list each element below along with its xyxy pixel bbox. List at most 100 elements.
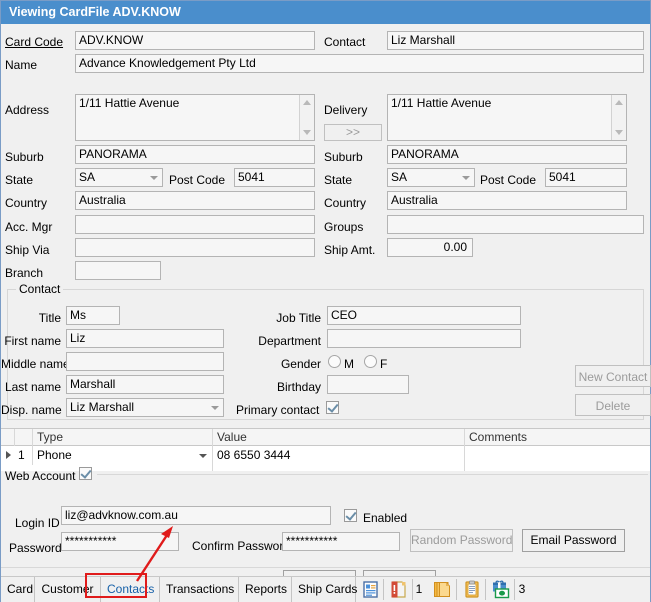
ship-via-input[interactable] — [75, 238, 315, 257]
delivery-country-label: Country — [324, 196, 366, 210]
delivery-state-label: State — [324, 173, 352, 187]
gift-money-icon-svg — [487, 579, 515, 600]
groups-label: Groups — [324, 220, 363, 234]
chevron-down-icon[interactable] — [150, 176, 158, 180]
grid-header-row: Type Value Comments — [1, 429, 650, 446]
scroll-up-icon[interactable] — [615, 100, 623, 105]
cardfile-window: Viewing CardFile ADV.KNOW Card Code ADV.… — [0, 0, 651, 602]
branch-input[interactable] — [75, 261, 161, 280]
groups-input[interactable] — [387, 215, 644, 234]
scroll-down-icon[interactable] — [615, 130, 623, 135]
tab-contacts[interactable]: Contacts — [101, 577, 160, 602]
tab-ship-cards[interactable]: Ship Cards — [292, 577, 356, 602]
grid-cell-value[interactable]: 08 6550 3444 — [213, 446, 465, 465]
tab-transactions[interactable]: Transactions — [160, 577, 239, 602]
grid-col-value[interactable]: Value — [213, 429, 465, 446]
delivery-postcode-input[interactable]: 5041 — [545, 168, 627, 187]
alert-document-icon[interactable] — [385, 579, 413, 600]
copy-address-button[interactable]: >> — [324, 124, 382, 141]
primary-contact-label: Primary contact — [236, 403, 319, 417]
job-title-input[interactable]: CEO — [327, 306, 521, 325]
grid-empty-cell-value — [213, 465, 465, 471]
address-postcode-input[interactable]: 5041 — [234, 168, 315, 187]
scroll-down-icon[interactable] — [303, 130, 311, 135]
delivery-suburb-input[interactable]: PANORAMA — [387, 145, 627, 164]
address-postcode-label: Post Code — [169, 173, 225, 187]
window-title: Viewing CardFile ADV.KNOW — [9, 5, 181, 19]
disp-name-select[interactable]: Liz Marshall — [66, 398, 224, 417]
address-country-input[interactable]: Australia — [75, 191, 315, 210]
grid-cell-rownum: 1 — [15, 446, 33, 465]
department-label: Department — [211, 334, 321, 348]
gender-female-radio[interactable] — [364, 355, 377, 368]
table-row[interactable]: 1 Phone 08 6550 3444 — [1, 446, 650, 465]
title-input[interactable]: Ms — [66, 306, 120, 325]
address-label: Address — [5, 103, 49, 117]
gift-money-icon[interactable] — [487, 579, 515, 600]
window-title-bar: Viewing CardFile ADV.KNOW — [1, 1, 650, 24]
address-state-label: State — [5, 173, 33, 187]
grid-col-type[interactable]: Type — [33, 429, 213, 446]
middle-name-input[interactable] — [66, 352, 224, 371]
address-state-select[interactable]: SA — [75, 168, 163, 187]
acc-mgr-label: Acc. Mgr — [5, 220, 52, 234]
delivery-country-input[interactable]: Australia — [387, 191, 627, 210]
tab-reports[interactable]: Reports — [239, 577, 292, 602]
department-input[interactable] — [327, 329, 521, 348]
gender-male-radio[interactable] — [328, 355, 341, 368]
web-account-checkbox[interactable] — [79, 467, 92, 480]
acc-mgr-input[interactable] — [75, 215, 315, 234]
name-input[interactable]: Advance Knowledgement Pty Ltd — [75, 54, 644, 73]
gift-money-count: 3 — [516, 577, 528, 602]
delivery-textarea[interactable]: 1/11 Hattie Avenue — [387, 94, 627, 141]
disp-name-value: Liz Marshall — [70, 400, 134, 414]
scroll-up-icon[interactable] — [303, 100, 311, 105]
primary-contact-checkbox[interactable] — [326, 401, 339, 414]
address-suburb-input[interactable]: PANORAMA — [75, 145, 315, 164]
delivery-scrollbar[interactable] — [611, 95, 626, 140]
grid-empty-cell-comments — [465, 465, 650, 471]
contact-details-grid[interactable]: Type Value Comments 1 Phone 08 6550 3444 — [1, 428, 650, 470]
first-name-input[interactable]: Liz — [66, 329, 224, 348]
grid-cell-comments[interactable] — [465, 446, 650, 465]
card-code-input[interactable]: ADV.KNOW — [75, 31, 315, 50]
ship-amt-input[interactable]: 0.00 — [387, 238, 473, 257]
contact-input[interactable]: Liz Marshall — [387, 31, 644, 50]
address-scrollbar[interactable] — [299, 95, 314, 140]
random-password-button[interactable]: Random Password — [410, 529, 513, 552]
form-pane: Card Code ADV.KNOW Contact Liz Marshall … — [1, 24, 650, 602]
delete-contact-button[interactable]: Delete — [575, 394, 651, 416]
job-title-label: Job Title — [211, 311, 321, 325]
last-name-input[interactable]: Marshall — [66, 375, 224, 394]
row-selector-icon — [6, 451, 11, 459]
notes-icon[interactable] — [356, 579, 384, 600]
chevron-down-icon[interactable] — [211, 406, 219, 410]
address-textarea[interactable]: 1/11 Hattie Avenue — [75, 94, 315, 141]
tab-customer[interactable]: Customer — [35, 577, 101, 602]
delivery-state-select[interactable]: SA — [387, 168, 475, 187]
copy-documents-icon[interactable] — [429, 579, 457, 600]
chevron-down-icon[interactable] — [199, 454, 207, 458]
email-password-button[interactable]: Email Password — [522, 529, 625, 552]
new-contact-button[interactable]: New Contact — [575, 365, 651, 387]
card-code-label[interactable]: Card Code — [5, 35, 63, 49]
grid-col-marker — [1, 429, 15, 446]
chevron-down-icon[interactable] — [462, 176, 470, 180]
login-id-input[interactable]: liz@advknow.com.au — [61, 506, 331, 525]
birthday-input[interactable] — [327, 375, 409, 394]
grid-cell-type-text: Phone — [37, 448, 72, 462]
clipboard-icon[interactable] — [458, 579, 486, 600]
confirm-password-input[interactable]: *********** — [282, 532, 400, 551]
web-account-label: Web Account — [5, 469, 76, 483]
web-account-enabled-checkbox[interactable] — [344, 509, 357, 522]
password-input[interactable]: *********** — [61, 532, 179, 551]
birthday-label: Birthday — [211, 380, 321, 394]
copy-documents-icon-svg — [429, 579, 457, 600]
tab-card[interactable]: Card — [1, 577, 35, 602]
grid-col-comments[interactable]: Comments — [465, 429, 650, 446]
grid-cell-type[interactable]: Phone — [33, 446, 213, 465]
delivery-state-value: SA — [391, 170, 407, 184]
bottom-tabbar: Card Customer Contacts Transactions Repo… — [1, 576, 650, 602]
notes-icon-svg — [356, 579, 384, 600]
password-label: Password — [9, 541, 62, 555]
